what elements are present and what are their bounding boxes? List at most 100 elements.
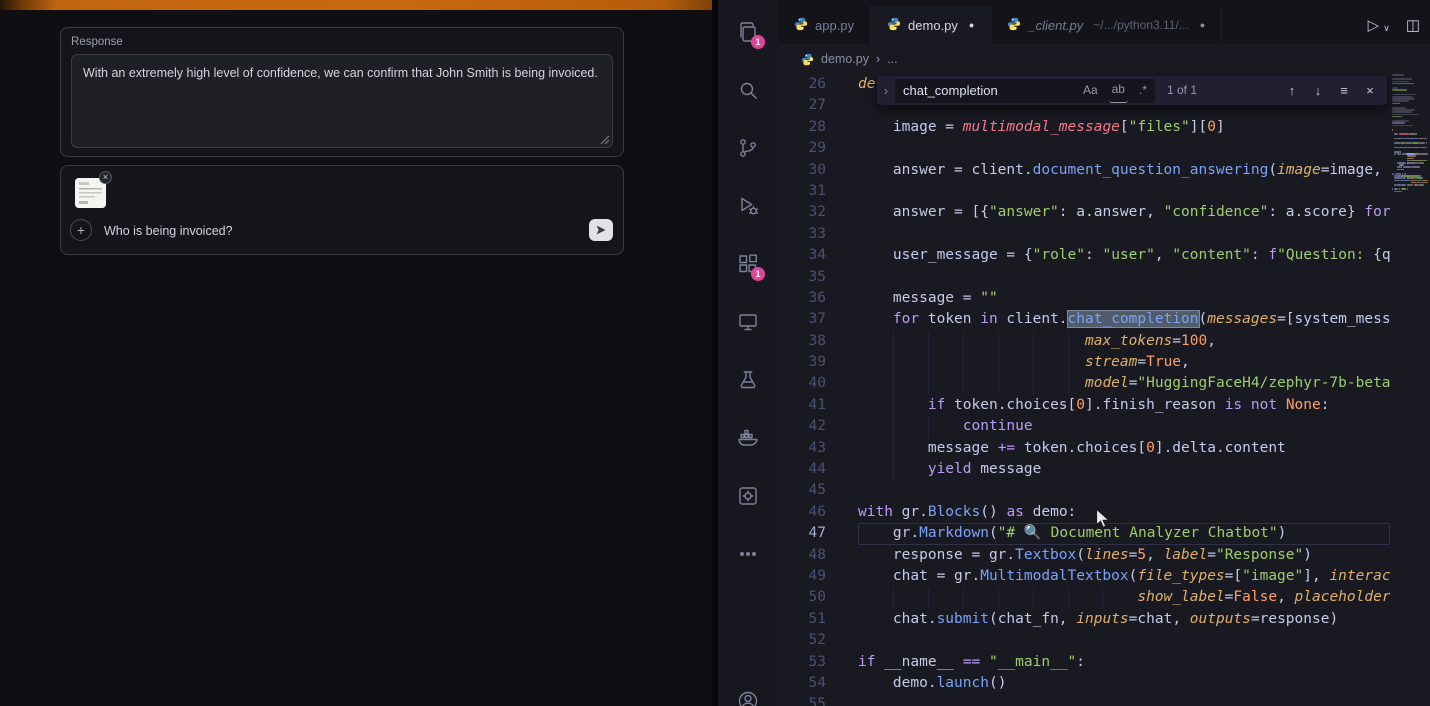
activity-bar-item-extensions[interactable]: 1 — [718, 235, 778, 293]
code-line[interactable] — [858, 480, 1390, 501]
code-line[interactable]: user_message = {"role": "user", "content… — [858, 245, 1390, 266]
activity-bar-item-tools[interactable] — [718, 467, 778, 525]
line-number[interactable]: 30 — [778, 160, 826, 181]
code-line[interactable]: chat.submit(chat_fn, inputs=chat, output… — [858, 609, 1390, 630]
line-number[interactable]: 52 — [778, 630, 826, 651]
line-number[interactable]: 27 — [778, 95, 826, 116]
code-line[interactable]: show_label=False, placeholder= — [858, 587, 1390, 608]
line-number[interactable]: 51 — [778, 609, 826, 630]
match-case-button[interactable]: Aa — [1080, 79, 1101, 102]
run-button[interactable]: ▷ — [1368, 16, 1380, 34]
whole-word-button[interactable]: ab — [1109, 78, 1128, 102]
line-number[interactable]: 29 — [778, 138, 826, 159]
code-line[interactable] — [858, 181, 1390, 202]
code-line[interactable]: stream=True, — [858, 352, 1390, 373]
line-number[interactable]: 39 — [778, 352, 826, 373]
code-line[interactable]: image = multimodal_message["files"][0] — [858, 117, 1390, 138]
code-editor[interactable]: 2627282930313233343536373839404142434445… — [778, 74, 1430, 706]
activity-bar-item-source-control[interactable] — [718, 119, 778, 177]
toggle-replace-chevron-icon[interactable]: › — [877, 80, 895, 101]
chat-input-text[interactable]: Who is being invoiced? — [104, 224, 233, 238]
tab-_client.py[interactable]: _client.py~/.../python3.11/...● — [991, 6, 1222, 44]
previous-match-button[interactable]: ↑ — [1279, 80, 1305, 101]
tab-demo.py[interactable]: demo.py● — [871, 6, 991, 44]
code-line[interactable]: response = gr.Textbox(lines=5, label="Re… — [858, 545, 1390, 566]
line-number[interactable]: 54 — [778, 673, 826, 694]
minimap[interactable] — [1390, 74, 1430, 706]
breadcrumb-file[interactable]: demo.py — [821, 52, 869, 66]
line-number[interactable]: 46 — [778, 502, 826, 523]
line-number[interactable]: 53 — [778, 652, 826, 673]
code-line[interactable]: answer = [{"answer": a.answer, "confiden… — [858, 202, 1390, 223]
line-number[interactable]: 26 — [778, 74, 826, 95]
activity-bar-item-remote-explorer[interactable] — [718, 293, 778, 351]
line-number[interactable]: 43 — [778, 438, 826, 459]
line-number[interactable]: 32 — [778, 202, 826, 223]
line-number[interactable]: 50 — [778, 587, 826, 608]
line-number[interactable]: 34 — [778, 245, 826, 266]
find-in-selection-button[interactable]: ≡ — [1331, 80, 1357, 101]
code-line[interactable]: max_tokens=100, — [858, 331, 1390, 352]
code-line[interactable]: with gr.Blocks() as demo: — [858, 502, 1390, 523]
next-match-button[interactable]: ↓ — [1305, 80, 1331, 101]
activity-bar-item-explorer[interactable]: 1 — [718, 3, 778, 61]
send-button[interactable] — [589, 219, 613, 241]
activity-bar-item-docker[interactable] — [718, 409, 778, 467]
code-line[interactable] — [858, 224, 1390, 245]
code-line[interactable]: model="HuggingFaceH4/zephyr-7b-beta — [858, 373, 1390, 394]
line-number[interactable]: 42 — [778, 416, 826, 437]
code-line[interactable]: yield message — [858, 459, 1390, 480]
code-line[interactable]: for token in client.chat_completion(mess… — [858, 309, 1390, 330]
close-find-button[interactable]: × — [1357, 80, 1383, 101]
code-line[interactable]: answer = client.document_question_answer… — [858, 160, 1390, 181]
activity-bar-item-search[interactable] — [718, 61, 778, 119]
code-line[interactable]: if token.choices[0].finish_reason is not… — [858, 395, 1390, 416]
gutter[interactable]: 2627282930313233343536373839404142434445… — [778, 74, 826, 706]
regex-button[interactable]: .* — [1136, 79, 1150, 102]
add-file-button[interactable]: + — [70, 219, 92, 241]
activity-bar-item-run-debug[interactable] — [718, 177, 778, 235]
code-line[interactable] — [858, 694, 1390, 706]
line-number[interactable]: 28 — [778, 117, 826, 138]
line-number[interactable]: 49 — [778, 566, 826, 587]
line-number[interactable]: 31 — [778, 181, 826, 202]
activity-bar-item-more[interactable] — [718, 525, 778, 583]
find-input[interactable]: chat_completion Aa ab .* — [895, 79, 1155, 103]
split-editor-button[interactable]: ◫ — [1406, 16, 1420, 34]
run-dropdown-chevron-icon[interactable]: ∨ — [1383, 23, 1390, 34]
activity-bar-item-testing[interactable] — [718, 351, 778, 409]
code-line[interactable] — [858, 138, 1390, 159]
code-line[interactable]: message = "" — [858, 288, 1390, 309]
resize-handle-icon[interactable] — [600, 135, 610, 145]
line-number[interactable]: 45 — [778, 480, 826, 501]
code-line[interactable] — [858, 267, 1390, 288]
code-line[interactable] — [858, 630, 1390, 651]
line-number[interactable]: 40 — [778, 373, 826, 394]
code-line[interactable]: if __name__ == "__main__": — [858, 652, 1390, 673]
code-line[interactable]: demo.launch() — [858, 673, 1390, 694]
window-titlebar[interactable] — [0, 0, 712, 10]
line-number[interactable]: 36 — [778, 288, 826, 309]
tab-app.py[interactable]: app.py — [778, 6, 871, 44]
tools-icon — [736, 484, 760, 508]
response-textarea[interactable]: With an extremely high level of confiden… — [71, 54, 613, 148]
breadcrumb-more[interactable]: ... — [887, 52, 897, 66]
code-line[interactable]: message += token.choices[0].delta.conten… — [858, 438, 1390, 459]
line-number[interactable]: 38 — [778, 331, 826, 352]
code-content[interactable]: de image = multimodal_message["files"][0… — [858, 74, 1390, 706]
line-number[interactable]: 44 — [778, 459, 826, 480]
line-number[interactable]: 41 — [778, 395, 826, 416]
activity-bar-item-account[interactable] — [718, 672, 778, 706]
line-number[interactable]: 47 — [778, 523, 826, 544]
code-line[interactable]: continue — [858, 416, 1390, 437]
code-line[interactable]: gr.Markdown("# 🔍 Document Analyzer Chatb… — [858, 523, 1390, 544]
line-number[interactable]: 35 — [778, 267, 826, 288]
line-number[interactable]: 33 — [778, 224, 826, 245]
modified-indicator[interactable]: ● — [1200, 20, 1205, 30]
line-number[interactable]: 48 — [778, 545, 826, 566]
line-number[interactable]: 37 — [778, 309, 826, 330]
modified-indicator[interactable]: ● — [969, 20, 974, 30]
remove-attachment-button[interactable]: × — [99, 171, 112, 184]
line-number[interactable]: 55 — [778, 694, 826, 706]
code-line[interactable]: chat = gr.MultimodalTextbox(file_types=[… — [858, 566, 1390, 587]
